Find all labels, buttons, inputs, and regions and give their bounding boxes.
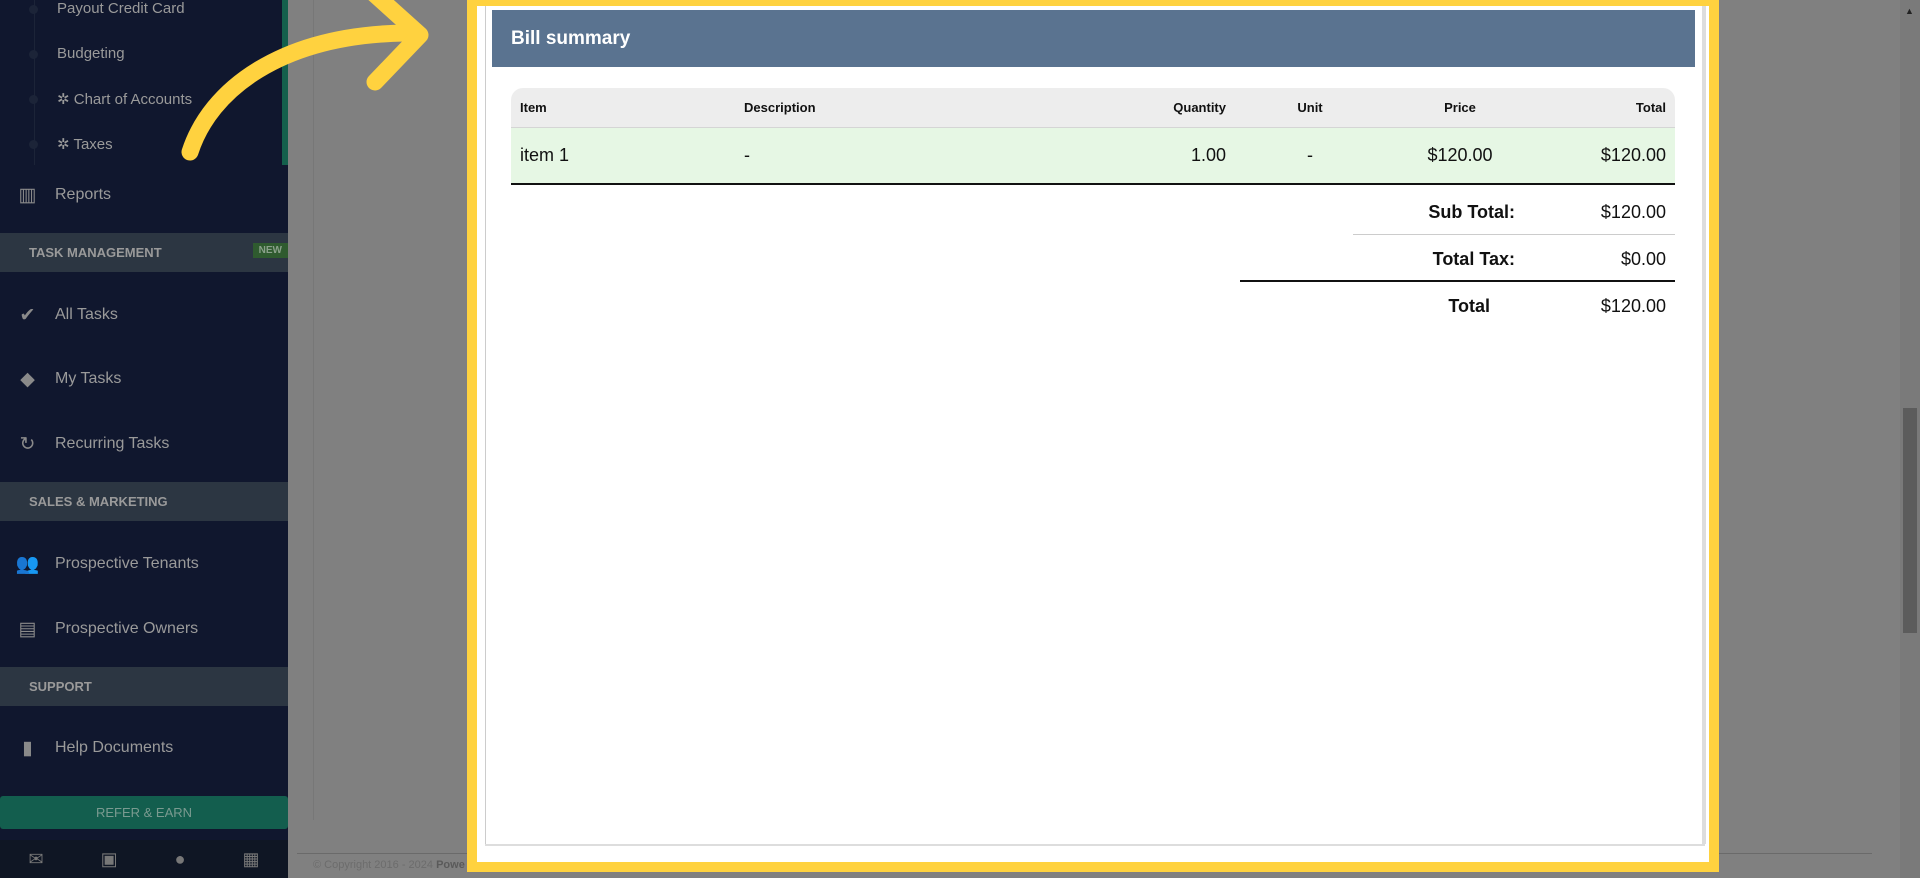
sidebar-item-budgeting[interactable]: Budgeting bbox=[57, 45, 125, 62]
sidebar-item-reports[interactable]: ▥ Reports bbox=[0, 175, 288, 215]
sidebar-item-recurring-tasks[interactable]: ↻ Recurring Tasks bbox=[0, 424, 288, 464]
sidebar-item-all-tasks[interactable]: ✔ All Tasks bbox=[0, 295, 288, 335]
section-title: SALES & MARKETING bbox=[29, 494, 168, 509]
tree-dot bbox=[29, 140, 38, 149]
sidebar-item-prospective-owners[interactable]: ▤ Prospective Owners bbox=[0, 609, 288, 649]
cell-item: item 1 bbox=[511, 127, 735, 185]
tax-value: $0.00 bbox=[1620, 249, 1666, 269]
label: Help Documents bbox=[55, 739, 174, 756]
cell-price: $120.00 bbox=[1385, 127, 1535, 185]
label: Recurring Tasks bbox=[55, 435, 170, 452]
cell-unit: - bbox=[1235, 127, 1385, 185]
id-card-icon: ▤ bbox=[18, 618, 37, 640]
subtotal-value: $120.00 bbox=[1600, 202, 1666, 222]
scrollbar-thumb[interactable] bbox=[1903, 408, 1917, 633]
total-label: Total bbox=[1448, 296, 1490, 316]
panel-border bbox=[1702, 6, 1706, 844]
subtotal-label: Sub Total: bbox=[1428, 202, 1515, 222]
new-badge: NEW bbox=[252, 243, 288, 258]
sidebar-item-payout-credit-card[interactable]: Payout Credit Card bbox=[57, 0, 185, 17]
column-header-description: Description bbox=[735, 88, 1035, 128]
total-value: $120.00 bbox=[1600, 296, 1666, 316]
envelope-icon[interactable]: ✉ bbox=[29, 849, 44, 870]
sidebar-bottom-bar: ✉ ▣ ● ▦ bbox=[0, 840, 288, 878]
calculator-icon[interactable]: ▦ bbox=[242, 849, 259, 870]
cell-total: $120.00 bbox=[1535, 127, 1675, 185]
column-header-item: Item bbox=[511, 88, 735, 128]
total-divider bbox=[1240, 280, 1675, 282]
briefcase-icon[interactable]: ▣ bbox=[101, 849, 118, 870]
section-title: SUPPORT bbox=[29, 679, 92, 694]
column-header-price: Price bbox=[1385, 88, 1535, 128]
table-row: item 1 - 1.00 - $120.00 $120.00 bbox=[511, 127, 1675, 185]
bill-summary-title: Bill summary bbox=[492, 10, 1695, 67]
tag-icon: ◆ bbox=[20, 368, 35, 390]
book-icon: ▮ bbox=[22, 737, 33, 759]
column-header-quantity: Quantity bbox=[1035, 88, 1235, 128]
label: Reports bbox=[55, 186, 112, 203]
table-header-row: Item Description Quantity Unit Price Tot… bbox=[511, 88, 1675, 128]
user-icon[interactable]: ● bbox=[175, 849, 186, 870]
tree-dot bbox=[29, 50, 38, 59]
copyright: © Copyright 2016 - 2024 Powe bbox=[313, 859, 465, 871]
bill-summary-highlight: Bill summary Item Description Quantity U… bbox=[467, 0, 1719, 872]
subtotal-divider bbox=[1353, 234, 1675, 235]
brand-link[interactable]: Powe bbox=[436, 859, 465, 871]
label: Taxes bbox=[73, 136, 113, 153]
arrow-annotation-icon bbox=[181, 0, 429, 161]
refresh-icon: ↻ bbox=[19, 433, 36, 455]
label: My Tasks bbox=[55, 370, 122, 387]
panel-border bbox=[485, 6, 486, 844]
copyright-text: © Copyright 2016 - 2024 bbox=[313, 859, 434, 871]
bar-chart-icon: ▥ bbox=[18, 184, 37, 206]
section-sales-marketing: SALES & MARKETING bbox=[0, 482, 288, 521]
cell-description: - bbox=[735, 127, 1035, 185]
users-icon: 👥 bbox=[15, 554, 40, 575]
scroll-up-icon[interactable]: ▲ bbox=[1905, 6, 1914, 16]
panel-border bbox=[485, 844, 1705, 846]
gear-icon: ✲ bbox=[57, 91, 74, 108]
gear-icon: ✲ bbox=[57, 136, 74, 153]
sidebar-item-help-documents[interactable]: ▮ Help Documents bbox=[0, 728, 288, 768]
column-header-unit: Unit bbox=[1235, 88, 1385, 128]
refer-earn-button[interactable]: REFER & EARN bbox=[0, 796, 288, 829]
tree-dot bbox=[29, 5, 38, 14]
label: All Tasks bbox=[55, 306, 118, 323]
label: Prospective Owners bbox=[55, 620, 199, 637]
tax-label: Total Tax: bbox=[1432, 249, 1515, 269]
cell-quantity: 1.00 bbox=[1035, 127, 1235, 185]
scrollbar[interactable]: ▲ bbox=[1900, 0, 1920, 878]
column-header-total: Total bbox=[1535, 88, 1675, 128]
bill-items-table: Item Description Quantity Unit Price Tot… bbox=[511, 88, 1675, 185]
label: Prospective Tenants bbox=[55, 555, 199, 572]
sidebar-item-taxes[interactable]: ✲ Taxes bbox=[57, 135, 113, 153]
sidebar-item-prospective-tenants[interactable]: 👥 Prospective Tenants bbox=[0, 544, 288, 584]
sidebar-item-my-tasks[interactable]: ◆ My Tasks bbox=[0, 359, 288, 399]
tree-dot bbox=[29, 95, 38, 104]
section-task-management: TASK MANAGEMENT NEW bbox=[0, 233, 288, 272]
section-support: SUPPORT bbox=[0, 667, 288, 706]
check-icon: ✔ bbox=[19, 304, 36, 326]
section-title: TASK MANAGEMENT bbox=[29, 245, 162, 260]
